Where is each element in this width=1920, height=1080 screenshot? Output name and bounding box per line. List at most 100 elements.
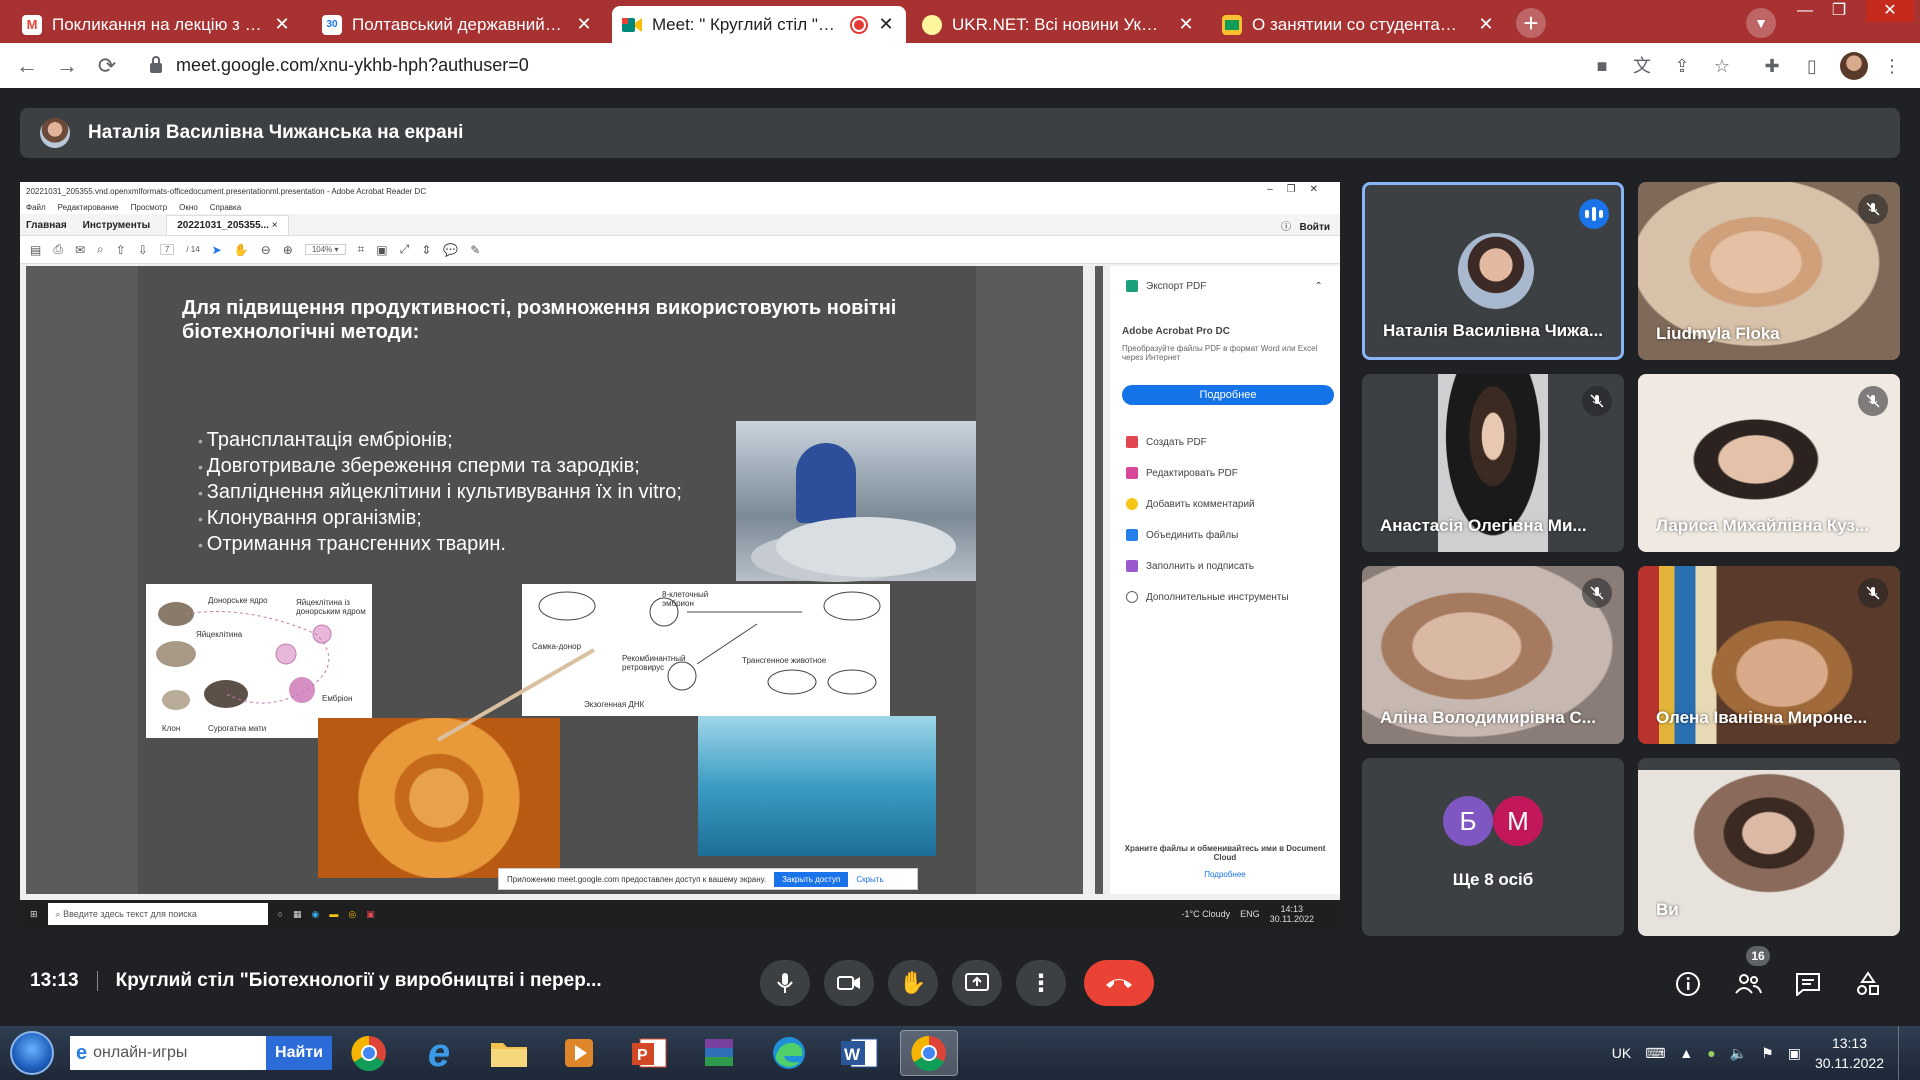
camera-in-use-icon[interactable]: ■ bbox=[1590, 54, 1614, 78]
more-tools-item[interactable]: Дополнительные инструменты bbox=[1126, 591, 1289, 603]
taskbar-chrome[interactable] bbox=[340, 1030, 398, 1076]
minimize-button[interactable]: — bbox=[1788, 0, 1822, 22]
signin-link[interactable]: ⓘ Войти bbox=[1281, 218, 1330, 237]
cloud-more-link[interactable]: Подробнее bbox=[1124, 870, 1326, 879]
fit-page-icon[interactable]: ▣ bbox=[376, 243, 387, 257]
taskbar-edge[interactable] bbox=[760, 1030, 818, 1076]
toolbar-search-button[interactable]: Найти bbox=[266, 1036, 332, 1070]
menu-window[interactable]: Окно bbox=[179, 203, 198, 212]
action-center-flag-icon[interactable]: ⚑ bbox=[1761, 1045, 1774, 1062]
edge-icon[interactable]: ◉ bbox=[312, 909, 320, 920]
comment-icon[interactable]: 💬 bbox=[443, 243, 458, 257]
combine-files-item[interactable]: Объединить файлы bbox=[1126, 529, 1238, 541]
save-icon[interactable]: ▤ bbox=[30, 243, 41, 257]
page-down-icon[interactable]: ⇩ bbox=[138, 243, 148, 257]
participant-tile[interactable]: Лариса Михайлівна Куз... bbox=[1638, 374, 1900, 552]
export-pdf-item[interactable]: Экспорт PDF ⌃ bbox=[1126, 280, 1323, 292]
fill-sign-item[interactable]: Заполнить и подписать bbox=[1126, 560, 1254, 572]
participant-tile[interactable]: Liudmyla Floka bbox=[1638, 182, 1900, 360]
stop-sharing-button[interactable]: Закрыть доступ bbox=[774, 871, 849, 887]
scroll-mode-icon[interactable]: ⇕ bbox=[421, 243, 431, 257]
taskbar-word[interactable]: W bbox=[830, 1030, 888, 1076]
more-participants-tile[interactable]: Б М Ще 8 осіб bbox=[1362, 758, 1624, 936]
tab-search-button[interactable]: ▼ bbox=[1746, 8, 1776, 38]
edit-pdf-item[interactable]: Редактировать PDF bbox=[1126, 467, 1238, 479]
shared-search-box[interactable]: ⌕ Введите здесь текст для поиска bbox=[47, 903, 268, 925]
participant-tile-presenter[interactable]: Наталія Василівна Чижа... bbox=[1362, 182, 1624, 360]
present-screen-button[interactable] bbox=[952, 960, 1002, 1006]
crop-icon[interactable]: ⌗ bbox=[358, 242, 365, 257]
activities-button[interactable] bbox=[1852, 968, 1884, 1000]
translate-icon[interactable]: 文 bbox=[1630, 54, 1654, 78]
tab-home[interactable]: Главная bbox=[26, 220, 67, 235]
task-view-icon[interactable]: ▦ bbox=[293, 909, 302, 920]
restore-button[interactable]: ❐ bbox=[1822, 0, 1856, 22]
windows-start-icon[interactable]: ⊞ bbox=[30, 909, 38, 920]
document-area[interactable]: Для підвищення продуктивності, розмножен… bbox=[26, 266, 1103, 894]
fullscreen-icon[interactable]: ⤢ bbox=[400, 242, 410, 257]
raise-hand-button[interactable]: ✋ bbox=[888, 960, 938, 1006]
self-view-tile[interactable]: Ви bbox=[1638, 758, 1900, 936]
select-tool-icon[interactable]: ➤ bbox=[212, 243, 222, 257]
menu-file[interactable]: Файл bbox=[26, 203, 46, 212]
close-icon[interactable]: ✕ bbox=[574, 14, 594, 35]
show-desktop-button[interactable] bbox=[1898, 1026, 1908, 1080]
menu-edit[interactable]: Редактирование bbox=[58, 203, 119, 212]
security-icon[interactable]: ● bbox=[1707, 1045, 1715, 1061]
side-panel-icon[interactable]: ▯ bbox=[1800, 54, 1824, 78]
zoom-out-icon[interactable]: ⊖ bbox=[261, 243, 271, 257]
menu-view[interactable]: Просмотр bbox=[131, 203, 168, 212]
forward-button[interactable]: → bbox=[52, 51, 82, 81]
system-clock[interactable]: 13:13 30.11.2022 bbox=[1815, 1033, 1884, 1073]
new-tab-button[interactable]: + bbox=[1516, 8, 1546, 38]
extensions-icon[interactable]: ✚ bbox=[1760, 54, 1784, 78]
bookmark-star-icon[interactable]: ☆ bbox=[1710, 54, 1734, 78]
participant-tile[interactable]: Олена Іванівна Мироне... bbox=[1638, 566, 1900, 744]
pen-icon[interactable]: ✎ bbox=[470, 243, 480, 257]
explorer-icon[interactable]: ▬ bbox=[329, 909, 338, 919]
show-hidden-icons[interactable]: ▲ bbox=[1679, 1045, 1693, 1061]
people-button[interactable] bbox=[1732, 968, 1764, 1000]
close-icon[interactable]: ✕ bbox=[272, 14, 292, 35]
taskbar-winrar[interactable] bbox=[690, 1030, 748, 1076]
tab-classroom[interactable]: О занятиии со студентами • svetlana ✕ bbox=[1212, 6, 1506, 43]
close-icon[interactable]: ✕ bbox=[1176, 14, 1196, 35]
leave-call-button[interactable] bbox=[1084, 960, 1154, 1006]
tab-tools[interactable]: Инструменты bbox=[83, 220, 151, 235]
menu-help[interactable]: Справка bbox=[210, 203, 241, 212]
zoom-in-icon[interactable]: ⊕ bbox=[283, 243, 293, 257]
search-icon[interactable]: ⌕ bbox=[97, 242, 104, 257]
hand-tool-icon[interactable]: ✋ bbox=[234, 243, 249, 257]
page-up-icon[interactable]: ⇧ bbox=[116, 243, 126, 257]
mail-icon[interactable]: ✉ bbox=[75, 243, 85, 257]
taskbar-chrome-active[interactable] bbox=[900, 1030, 958, 1076]
tab-ukrnet[interactable]: UKR.NET: Всі новини України, останні ✕ bbox=[912, 6, 1206, 43]
chat-button[interactable] bbox=[1792, 968, 1824, 1000]
page-number-input[interactable]: 7 bbox=[159, 244, 175, 255]
cortana-icon[interactable]: ○ bbox=[278, 909, 283, 919]
camera-button[interactable] bbox=[824, 960, 874, 1006]
network-icon[interactable]: ▣ bbox=[1788, 1045, 1801, 1062]
close-icon[interactable]: ✕ bbox=[1476, 14, 1496, 35]
zoom-select[interactable]: 104% ▾ bbox=[304, 244, 346, 255]
more-options-button[interactable]: ⋮ bbox=[1016, 960, 1066, 1006]
share-icon[interactable]: ⇪ bbox=[1670, 54, 1694, 78]
print-icon[interactable]: ⎙ bbox=[53, 242, 63, 257]
toolbar-search-input[interactable]: e онлайн-игры bbox=[70, 1036, 266, 1070]
keyboard-icon[interactable]: ⌨ bbox=[1645, 1045, 1665, 1062]
tab-meet[interactable]: Meet: " Круглий стіл "Біотехнології ✕ bbox=[612, 6, 906, 43]
shared-screen[interactable]: 20221031_205355.vnd.openxmlformats-offic… bbox=[20, 182, 1340, 928]
hide-notification-button[interactable]: Скрыть bbox=[856, 875, 883, 884]
address-bar[interactable]: meet.google.com/xnu-ykhb-hph?authuser=0 bbox=[138, 47, 1578, 83]
start-button[interactable] bbox=[10, 1031, 54, 1075]
document-scrollbar[interactable] bbox=[1083, 266, 1095, 894]
volume-icon[interactable]: 🔈 bbox=[1730, 1045, 1747, 1062]
meeting-details-button[interactable] bbox=[1672, 968, 1704, 1000]
close-window-button[interactable]: ✕ bbox=[1866, 0, 1914, 22]
chrome-icon[interactable]: ◎ bbox=[348, 909, 356, 920]
acrobat-icon[interactable]: ▣ bbox=[366, 909, 375, 920]
taskbar-powerpoint[interactable]: P bbox=[620, 1030, 678, 1076]
create-pdf-item[interactable]: Создать PDF bbox=[1126, 436, 1207, 448]
input-language[interactable]: UK bbox=[1612, 1045, 1631, 1061]
browser-menu-icon[interactable]: ⋮ bbox=[1880, 54, 1904, 78]
